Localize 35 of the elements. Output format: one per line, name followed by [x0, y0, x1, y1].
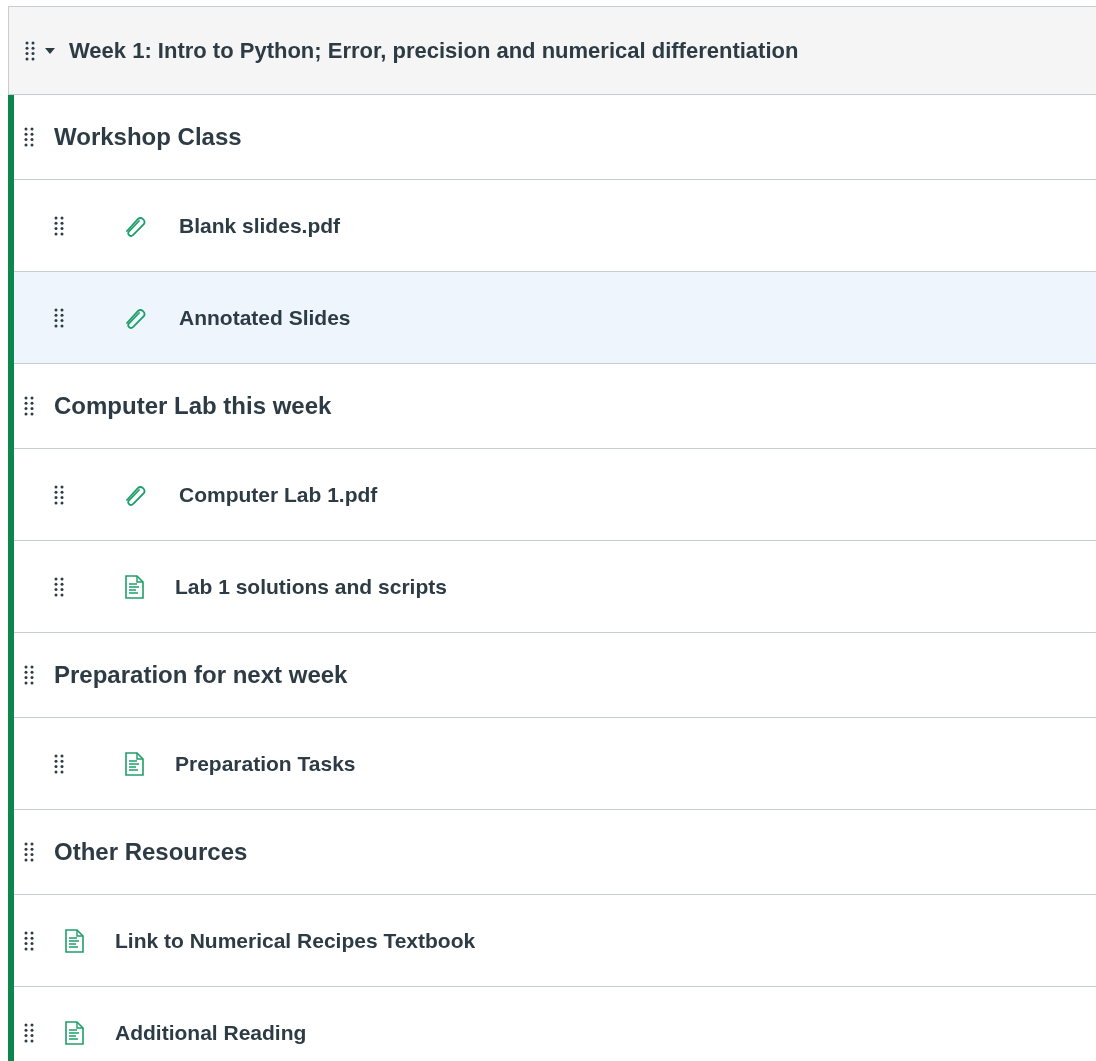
document-icon: [63, 928, 85, 953]
drag-handle-icon[interactable]: [54, 484, 64, 505]
item-link[interactable]: Annotated Slides: [179, 305, 351, 330]
document-icon: [123, 751, 145, 776]
drag-handle-icon[interactable]: [54, 753, 64, 774]
drag-handle-icon[interactable]: [54, 215, 64, 236]
subheader-title: Workshop Class: [54, 123, 242, 151]
document-icon: [123, 574, 145, 599]
drag-handle-icon[interactable]: [24, 665, 34, 685]
module-item-row[interactable]: Lab 1 solutions and scripts: [14, 541, 1096, 633]
subheader-title: Preparation for next week: [54, 661, 348, 689]
module-item-row[interactable]: Additional Reading: [14, 987, 1096, 1061]
drag-handle-icon[interactable]: [54, 576, 64, 597]
drag-handle-icon[interactable]: [24, 842, 34, 862]
item-link[interactable]: Link to Numerical Recipes Textbook: [115, 928, 476, 953]
collapse-arrow-icon[interactable]: [45, 46, 55, 55]
drag-handle-icon[interactable]: [24, 127, 34, 147]
module-item-row[interactable]: Link to Numerical Recipes Textbook: [14, 895, 1096, 987]
drag-handle-icon[interactable]: [25, 40, 35, 61]
drag-handle-icon[interactable]: [24, 1022, 34, 1043]
subheader-title: Computer Lab this week: [54, 392, 332, 420]
item-link[interactable]: Preparation Tasks: [175, 751, 356, 776]
drag-handle-icon[interactable]: [54, 307, 64, 328]
item-link[interactable]: Blank slides.pdf: [179, 213, 341, 238]
item-link[interactable]: Computer Lab 1.pdf: [179, 482, 378, 507]
module-item-row[interactable]: Annotated Slides: [14, 272, 1096, 364]
module-title[interactable]: Week 1: Intro to Python; Error, precision and numerical differentiation: [69, 37, 799, 64]
module-item-row[interactable]: Computer Lab 1.pdf: [14, 449, 1096, 541]
drag-handle-icon[interactable]: [24, 930, 34, 951]
subheader-title: Other Resources: [54, 838, 248, 866]
item-link[interactable]: Additional Reading: [115, 1020, 307, 1045]
module-item-row[interactable]: Preparation Tasks: [14, 718, 1096, 810]
drag-handle-icon[interactable]: [24, 396, 34, 416]
item-link[interactable]: Lab 1 solutions and scripts: [175, 574, 447, 599]
document-icon: [63, 1020, 85, 1045]
